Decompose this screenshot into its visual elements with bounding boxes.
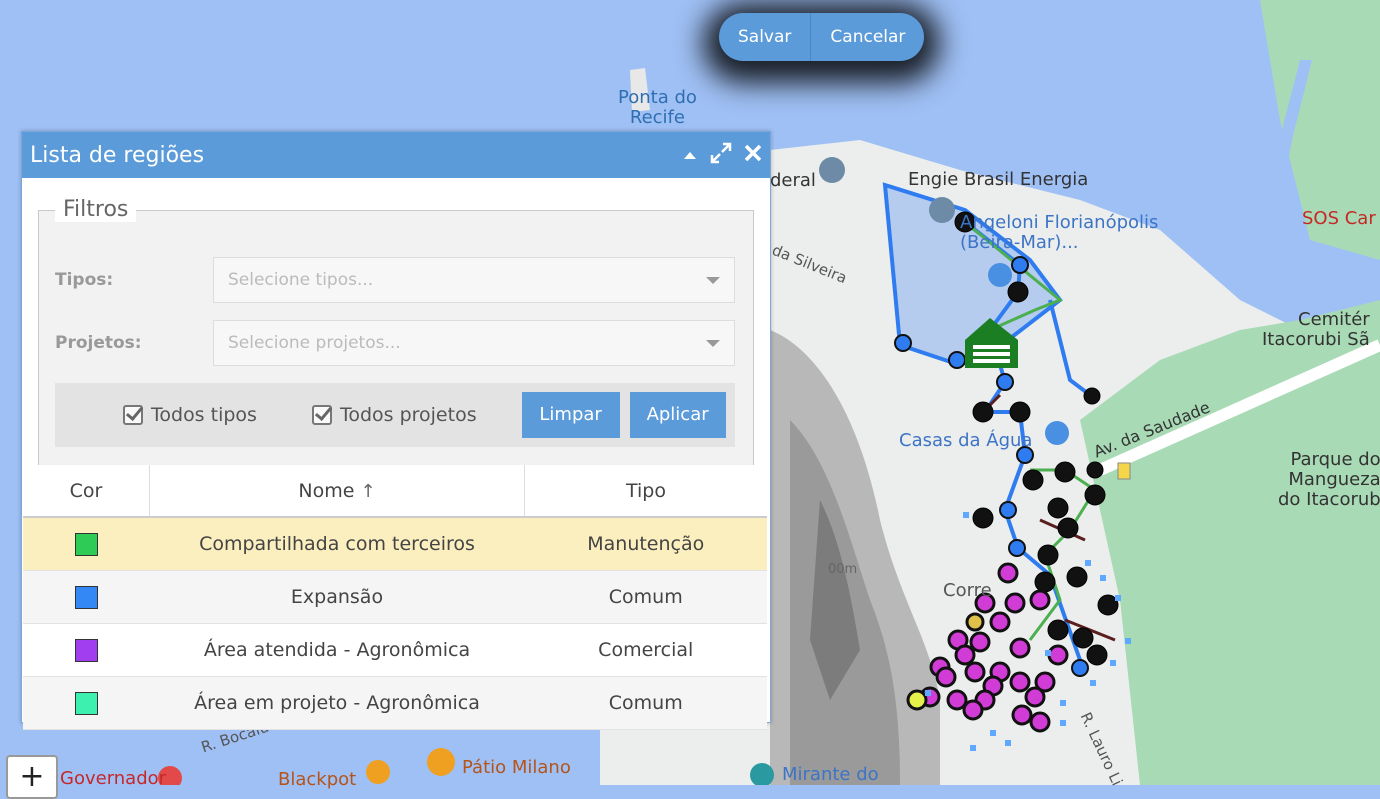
color-swatch [74,532,98,556]
regions-panel: Lista de regiões Filtros Tipos: Selecion… [21,131,771,730]
panel-title: Lista de regiões [30,142,205,168]
map-label-correio: Corre [943,580,992,601]
table-row[interactable]: Compartilhada com terceiros Manutenção [23,517,767,571]
chevron-down-icon [706,276,720,284]
column-header-label: Tipo [626,479,666,502]
filters-legend: Filtros [55,197,137,222]
filter-actions: Todos tipos Todos projetos Limpar Aplica… [55,383,735,447]
panel-controls [682,142,762,169]
table-row[interactable]: Expansão Comum [23,570,767,624]
type-cell: Manutenção [524,517,767,571]
color-swatch [74,638,98,662]
projects-label: Projetos: [55,333,142,353]
map-label-sos: SOS Car [1302,208,1376,229]
column-header-name[interactable]: Nome ↑ [149,465,525,518]
regions-table: Cor Nome ↑ Tipo Compartilhada com terceir… [23,465,767,730]
map-label-engie: Engie Brasil Energia [908,169,1089,190]
checkbox-checked-icon [123,405,143,425]
name-cell: Expansão [149,570,525,624]
map-label-casas: Casas da Água [899,430,1033,451]
color-cell [23,517,150,571]
column-header-label: Nome [298,479,355,502]
filters-fieldset: Filtros Tipos: Selecione tipos... Projet… [38,197,754,466]
types-placeholder: Selecione tipos... [228,270,374,290]
table-row[interactable]: Área atendida - Agronômica Comercial [23,623,767,677]
column-header-label: Cor [69,479,103,502]
name-cell: Área em projeto - Agronômica [149,676,525,730]
projects-select[interactable]: Selecione projetos... [213,320,735,366]
color-cell [23,570,150,624]
all-types-checkbox[interactable]: Todos tipos [123,404,257,426]
color-swatch [74,691,98,715]
clear-button[interactable]: Limpar [521,392,620,438]
name-cell: Compartilhada com terceiros [149,517,525,571]
name-cell: Área atendida - Agronômica [149,623,525,677]
edit-toolbar: Salvar Cancelar [719,13,925,61]
maximize-icon[interactable] [710,142,732,169]
types-select[interactable]: Selecione tipos... [213,257,735,303]
all-projects-checkbox[interactable]: Todos projetos [311,404,477,426]
types-filter-row: Tipos: Selecione tipos... [55,257,735,303]
all-projects-label: Todos projetos [339,404,477,426]
close-icon[interactable] [744,144,762,167]
type-cell: Comercial [524,623,767,677]
color-cell [23,623,150,677]
cancel-button[interactable]: Cancelar [811,13,924,61]
apply-button[interactable]: Aplicar [629,392,726,438]
projects-filter-row: Projetos: Selecione projetos... [55,320,735,366]
color-swatch [74,585,98,609]
column-header-color[interactable]: Cor [23,465,150,518]
panel-header[interactable]: Lista de regiões [22,132,770,178]
map-label-cemiterio: Cemitér Itacorubi Sã [1262,309,1370,350]
save-button[interactable]: Salvar [719,13,810,61]
landmark-pin-icon [819,157,845,183]
chevron-down-icon [706,339,720,347]
type-cell: Comum [524,676,767,730]
map-label-angeloni: Angeloni Florianópolis (Beira-Mar)... [960,212,1159,253]
column-header-type[interactable]: Tipo [524,465,767,518]
map-label-elevation: 00m [828,562,858,577]
types-label: Tipos: [55,270,114,290]
map-label-blackpot: Blackpot [278,769,357,790]
map-label-governador: Governador [60,768,167,789]
collapse-icon[interactable] [682,145,698,166]
table-row[interactable]: Área em projeto - Agronômica Comum [23,676,767,730]
checkbox-checked-icon [311,405,332,425]
map-label-federal: deral [770,170,816,191]
projects-placeholder: Selecione projetos... [228,333,401,353]
color-cell [23,676,150,730]
map-label-mirante: Mirante do [782,764,879,785]
sort-ascending-icon: ↑ [360,480,376,502]
table-header-row: Cor Nome ↑ Tipo [23,465,767,518]
map-label-parque: Parque do Mangueza do Itacorub [1278,449,1380,510]
type-cell: Comum [524,570,767,624]
zoom-in-button[interactable]: + [6,755,58,799]
all-types-label: Todos tipos [151,404,257,426]
map-label-patio: Pátio Milano [462,757,571,778]
map-label-ponta: Ponta do Recife [618,87,697,128]
